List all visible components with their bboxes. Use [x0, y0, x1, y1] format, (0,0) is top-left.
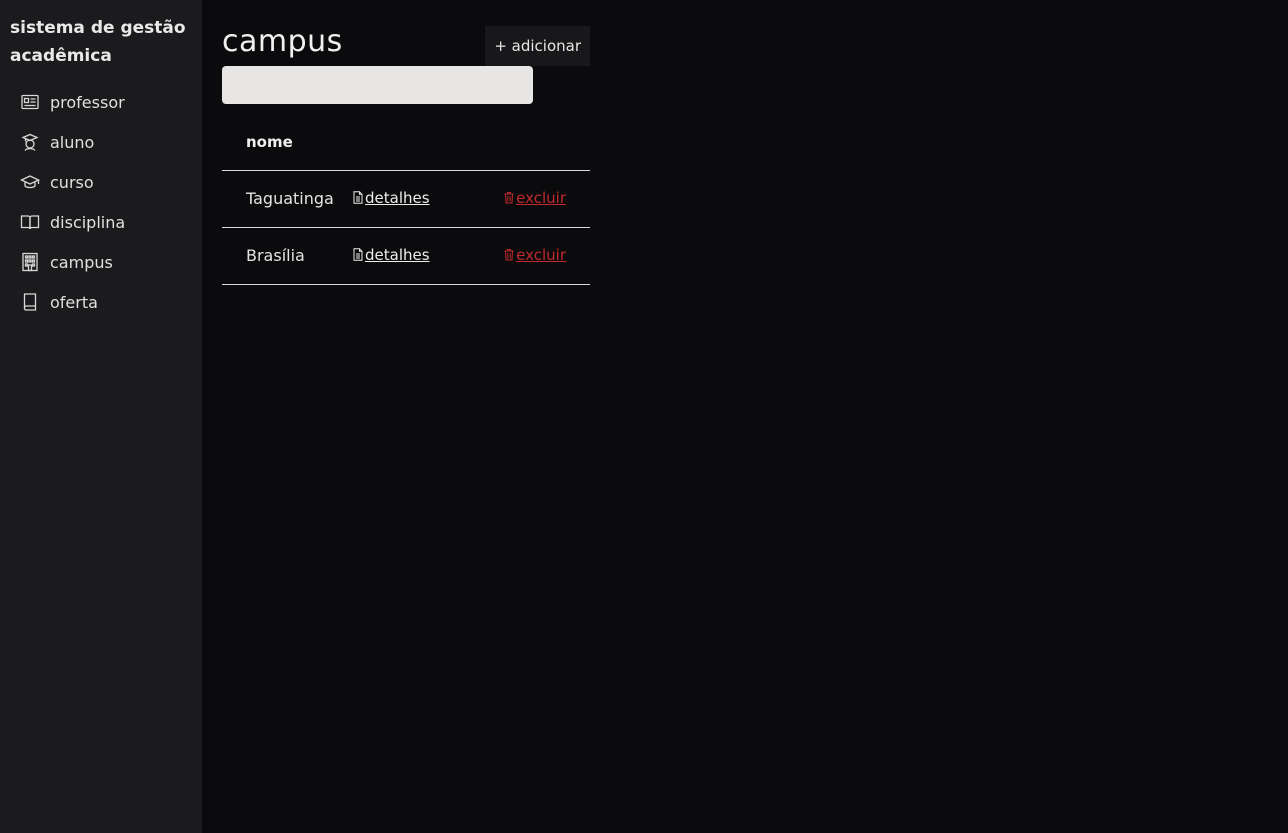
sidebar-item-label: oferta [50, 292, 98, 312]
app-root: sistema de gestão acadêmica professor al… [0, 0, 1288, 833]
trash-icon [503, 191, 515, 204]
sidebar-item-aluno[interactable]: aluno [10, 122, 192, 162]
building-icon [20, 252, 40, 272]
sidebar-item-professor[interactable]: professor [10, 82, 192, 122]
sidebar-item-label: professor [50, 92, 125, 112]
sidebar-item-oferta[interactable]: oferta [10, 282, 192, 322]
details-cell: detalhes [352, 170, 478, 228]
details-link[interactable]: detalhes [352, 189, 430, 207]
details-link[interactable]: detalhes [352, 246, 430, 264]
details-cell: detalhes [352, 227, 478, 285]
sidebar-item-label: aluno [50, 132, 95, 152]
delete-label: excluir [516, 245, 566, 264]
sidebar-item-label: disciplina [50, 212, 126, 232]
table-row: Taguatinga detalhes excluir [222, 170, 590, 228]
delete-link[interactable]: excluir [503, 189, 566, 207]
file-icon [352, 248, 364, 261]
delete-cell: excluir [478, 227, 590, 285]
sidebar-item-campus[interactable]: campus [10, 242, 192, 282]
table-row: Brasília detalhes excluir [222, 227, 590, 285]
details-label: detalhes [365, 188, 430, 207]
column-header-nome: nome [222, 114, 352, 171]
search-input[interactable] [222, 66, 533, 104]
page-header: campus + adicionar [222, 22, 590, 66]
details-label: detalhes [365, 245, 430, 264]
delete-link[interactable]: excluir [503, 246, 566, 264]
sidebar: sistema de gestão acadêmica professor al… [0, 0, 202, 833]
app-title: sistema de gestão acadêmica [10, 18, 186, 66]
campus-panel: campus + adicionar nome Taguatinga detal… [222, 22, 590, 285]
page-title: campus [222, 24, 343, 59]
trash-icon [503, 248, 515, 261]
column-header-details [352, 114, 478, 171]
sidebar-item-disciplina[interactable]: disciplina [10, 202, 192, 242]
sidebar-item-label: curso [50, 172, 94, 192]
add-button[interactable]: + adicionar [485, 26, 590, 66]
book-open-icon [20, 212, 40, 232]
column-header-delete [478, 114, 590, 171]
campus-name: Taguatinga [222, 170, 352, 228]
student-icon [20, 132, 40, 152]
table-header-row: nome [222, 114, 590, 171]
id-card-icon [20, 92, 40, 112]
delete-label: excluir [516, 188, 566, 207]
campus-name: Brasília [222, 227, 352, 285]
sidebar-item-curso[interactable]: curso [10, 162, 192, 202]
campus-table: nome Taguatinga detalhes excluir Brasíli… [222, 114, 590, 285]
main-content: campus + adicionar nome Taguatinga detal… [202, 0, 1288, 833]
delete-cell: excluir [478, 170, 590, 228]
book-icon [20, 292, 40, 312]
file-icon [352, 191, 364, 204]
graduation-cap-icon [20, 172, 40, 192]
sidebar-item-label: campus [50, 252, 113, 272]
